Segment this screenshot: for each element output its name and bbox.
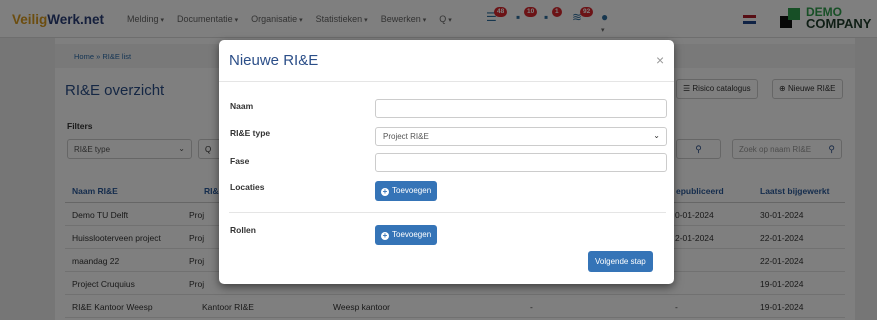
fase-label: Fase bbox=[230, 156, 250, 166]
plus-circle-icon: + bbox=[381, 231, 389, 240]
next-step-button[interactable]: Volgende stap bbox=[588, 251, 653, 272]
rie-type-select[interactable]: Project RI&E ⌄ bbox=[375, 127, 667, 146]
modal-header: Nieuwe RI&E × bbox=[219, 40, 674, 82]
rie-type-label: RI&E type bbox=[230, 128, 271, 138]
fase-input[interactable] bbox=[375, 153, 667, 172]
modal-title: Nieuwe RI&E bbox=[229, 52, 319, 69]
rie-type-selected: Project RI&E bbox=[383, 132, 429, 141]
plus-circle-icon: + bbox=[381, 187, 389, 196]
button-label: Toevoegen bbox=[392, 230, 432, 239]
locaties-label: Locaties bbox=[230, 182, 265, 192]
naam-label: Naam bbox=[230, 101, 254, 111]
new-rie-modal: Nieuwe RI&E × Naam RI&E type Project RI&… bbox=[219, 40, 674, 284]
button-label: Toevoegen bbox=[392, 186, 432, 195]
rollen-label: Rollen bbox=[230, 225, 256, 235]
modal-divider bbox=[229, 212, 666, 213]
naam-input[interactable] bbox=[375, 99, 667, 118]
chevron-down-icon: ⌄ bbox=[653, 131, 660, 140]
close-icon[interactable]: × bbox=[656, 52, 664, 68]
add-rol-button[interactable]: + Toevoegen bbox=[375, 225, 438, 245]
add-locatie-button[interactable]: + Toevoegen bbox=[375, 181, 438, 201]
